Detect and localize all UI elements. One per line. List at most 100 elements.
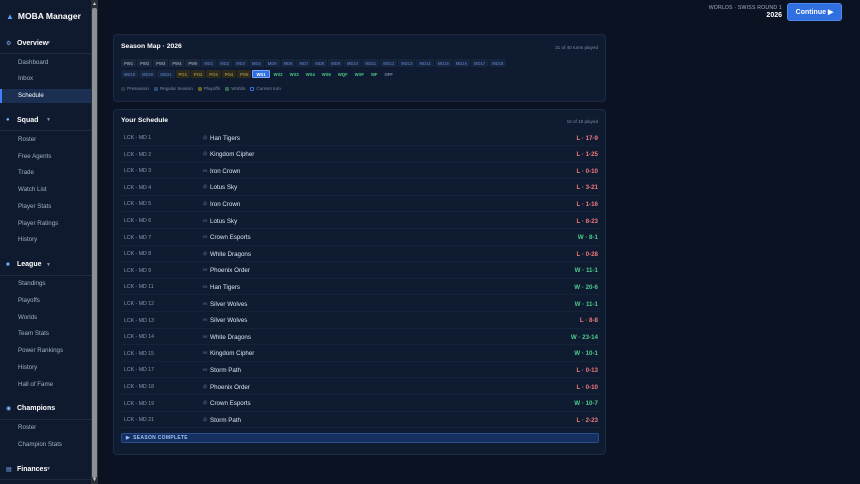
schedule-row[interactable]: LCK - MD 7 vs Crown Esports W · 8-1 — [121, 230, 601, 246]
opponent-name[interactable]: Phoenix Order — [210, 267, 250, 274]
schedule-row[interactable]: LCK - MD 17 vs Storm Path L · 0-13 — [121, 362, 601, 379]
scroll-up-arrow-icon[interactable]: ▲ — [92, 1, 97, 7]
sidebar-section-squad[interactable]: ● Squad ▼ — [0, 113, 91, 127]
schedule-row[interactable]: LCK - MD 2 @ Kingdom Cipher L · 1-25 — [121, 147, 601, 163]
round-chip-md13[interactable]: MD13 — [398, 59, 416, 67]
sidebar-item-schedule[interactable]: Schedule — [0, 88, 91, 103]
round-chip-wqf[interactable]: WQF — [335, 70, 351, 78]
schedule-row[interactable]: LCK - MD 6 vs Lotus Sky L · 8-23 — [121, 213, 601, 229]
round-chip-md4[interactable]: MD4 — [248, 59, 264, 67]
opponent-name[interactable]: Lotus Sky — [210, 218, 237, 225]
sidebar-item-watch-list[interactable]: Watch List — [0, 183, 91, 197]
main-scrollbar[interactable] — [853, 0, 860, 484]
round-chip-po1[interactable]: PO1 — [175, 70, 190, 78]
sidebar-item-roster[interactable]: Roster — [0, 132, 91, 146]
schedule-row[interactable]: LCK - MD 15 vs Kingdom Cipher W · 10-1 — [121, 346, 601, 362]
opponent-name[interactable]: Silver Wolves — [210, 301, 247, 308]
round-chip-pw4[interactable]: PW4 — [169, 59, 185, 67]
opponent-name[interactable]: White Dragons — [210, 251, 251, 258]
round-chip-md18[interactable]: MD18 — [489, 59, 507, 67]
round-chip-off[interactable]: OFF — [381, 70, 395, 78]
sidebar-item-dashboard[interactable]: Dashboard — [0, 55, 91, 69]
round-chip-md1[interactable]: MD1 — [201, 59, 217, 67]
round-chip-md20[interactable]: MD20 — [139, 70, 157, 78]
round-chip-po3[interactable]: PO3 — [206, 70, 221, 78]
round-chip-md12[interactable]: MD12 — [380, 59, 398, 67]
continue-button[interactable]: Continue ▶ — [787, 3, 842, 21]
round-chip-ws2[interactable]: WS2 — [271, 70, 286, 78]
sidebar-item-history[interactable]: History — [0, 360, 91, 374]
sidebar-item-power-rankings[interactable]: Power Rankings — [0, 344, 91, 358]
round-chip-ws5[interactable]: WS5 — [319, 70, 334, 78]
round-chip-md6[interactable]: MD6 — [280, 59, 296, 67]
opponent-name[interactable]: Crown Esports — [210, 234, 251, 241]
opponent-name[interactable]: Silver Wolves — [210, 317, 247, 324]
round-chip-po4[interactable]: PO4 — [221, 70, 237, 78]
schedule-row[interactable]: LCK - MD 12 vs Silver Wolves W · 11-1 — [121, 296, 601, 312]
round-chip-md9[interactable]: MD9 — [328, 59, 343, 67]
round-chip-ws3[interactable]: WS3 — [287, 70, 302, 78]
sidebar-item-free-agents[interactable]: Free Agents — [0, 149, 91, 163]
sidebar-item-inbox[interactable]: Inbox — [0, 72, 91, 86]
sidebar-section-champions[interactable]: ◉ Champions ▼ — [0, 402, 91, 416]
sidebar-section-overview[interactable]: ⚙ Overview ▼ — [0, 36, 91, 50]
sidebar-section-finances[interactable]: ▤ Finances ▼ — [0, 462, 91, 476]
schedule-row[interactable]: LCK - MD 4 @ Lotus Sky L · 3-21 — [121, 180, 601, 196]
sidebar-scroll-thumb[interactable] — [92, 8, 97, 478]
sidebar-scrollbar[interactable]: ▲ ▼ — [91, 0, 98, 484]
schedule-row[interactable]: LCK - MD 1 @ Han Tigers L · 17-9 — [121, 130, 601, 146]
sidebar-item-worlds[interactable]: Worlds — [0, 310, 91, 324]
round-chip-md11[interactable]: MD11 — [362, 59, 380, 67]
opponent-name[interactable]: White Dragons — [210, 334, 251, 341]
opponent-name[interactable]: Storm Path — [210, 367, 241, 374]
schedule-row[interactable]: LCK - MD 3 vs Iron Crown L · 0-10 — [121, 163, 601, 180]
opponent-name[interactable]: Kingdom Cipher — [210, 350, 254, 357]
round-chip-md15[interactable]: MD15 — [434, 59, 452, 67]
opponent-name[interactable]: Storm Path — [210, 417, 241, 424]
sidebar-item-standings[interactable]: Standings — [0, 277, 91, 291]
round-chip-md8[interactable]: MD8 — [312, 59, 328, 67]
round-chip-md2[interactable]: MD2 — [217, 59, 233, 67]
round-chip-pw1[interactable]: PW1 — [121, 59, 137, 67]
sidebar-item-team-stats[interactable]: Team Stats — [0, 327, 91, 341]
schedule-row[interactable]: LCK - MD 21 @ Storm Path L · 2-23 — [121, 412, 601, 429]
round-chip-po5[interactable]: PO5 — [237, 70, 252, 78]
schedule-row[interactable]: LCK - MD 9 vs Phoenix Order W · 11-1 — [121, 263, 601, 279]
round-chip-md5[interactable]: MD5 — [264, 59, 280, 67]
round-chip-pw3[interactable]: PW3 — [153, 59, 169, 67]
schedule-row[interactable]: LCK - MD 13 vs Silver Wolves L · 8-8 — [121, 313, 601, 329]
schedule-row[interactable]: LCK - MD 18 @ Phoenix Order L · 0-10 — [121, 379, 601, 395]
round-chip-ws1[interactable]: WS1 — [252, 70, 270, 78]
schedule-row[interactable]: LCK - MD 11 vs Han Tigers W · 20-6 — [121, 279, 601, 296]
schedule-row[interactable]: LCK - MD 19 @ Crown Esports W · 10-7 — [121, 396, 601, 412]
round-chip-md10[interactable]: MD10 — [343, 59, 362, 67]
round-chip-pw5[interactable]: PW5 — [185, 59, 201, 67]
round-chip-md14[interactable]: MD14 — [416, 59, 434, 67]
sidebar-item-roster[interactable]: Roster — [0, 421, 91, 435]
scroll-down-arrow-icon[interactable]: ▼ — [92, 477, 97, 483]
sidebar-item-trade[interactable]: Trade — [0, 166, 91, 180]
opponent-name[interactable]: Han Tigers — [210, 135, 240, 142]
sidebar-item-history[interactable]: History — [0, 233, 91, 247]
opponent-name[interactable]: Han Tigers — [210, 284, 240, 291]
round-chip-md3[interactable]: MD3 — [233, 59, 248, 67]
opponent-name[interactable]: Lotus Sky — [210, 184, 237, 191]
round-chip-wsf[interactable]: WSF — [352, 70, 367, 78]
round-chip-md7[interactable]: MD7 — [296, 59, 312, 67]
round-chip-md19[interactable]: MD19 — [121, 70, 139, 78]
round-chip-wf[interactable]: WF — [368, 70, 381, 78]
sidebar-item-player-stats[interactable]: Player Stats — [0, 199, 91, 213]
opponent-name[interactable]: Kingdom Cipher — [210, 151, 254, 158]
round-chip-po2[interactable]: PO2 — [190, 70, 206, 78]
sidebar-item-playoffs[interactable]: Playoffs — [0, 293, 91, 307]
sidebar-item-player-ratings[interactable]: Player Ratings — [0, 216, 91, 230]
opponent-name[interactable]: Phoenix Order — [210, 384, 250, 391]
schedule-row[interactable]: LCK - MD 14 vs White Dragons W · 23-14 — [121, 329, 601, 346]
round-chip-md17[interactable]: MD17 — [470, 59, 489, 67]
schedule-row[interactable]: LCK - MD 8 @ White Dragons L · 0-28 — [121, 246, 601, 263]
opponent-name[interactable]: Iron Crown — [210, 168, 240, 175]
schedule-row[interactable]: LCK - MD 5 @ Iron Crown L · 1-16 — [121, 196, 601, 213]
round-chip-pw2[interactable]: PW2 — [137, 59, 153, 67]
sidebar-section-league[interactable]: ■ League ▼ — [0, 258, 91, 272]
season-complete-button[interactable]: ▶ SEASON COMPLETE — [121, 433, 599, 443]
